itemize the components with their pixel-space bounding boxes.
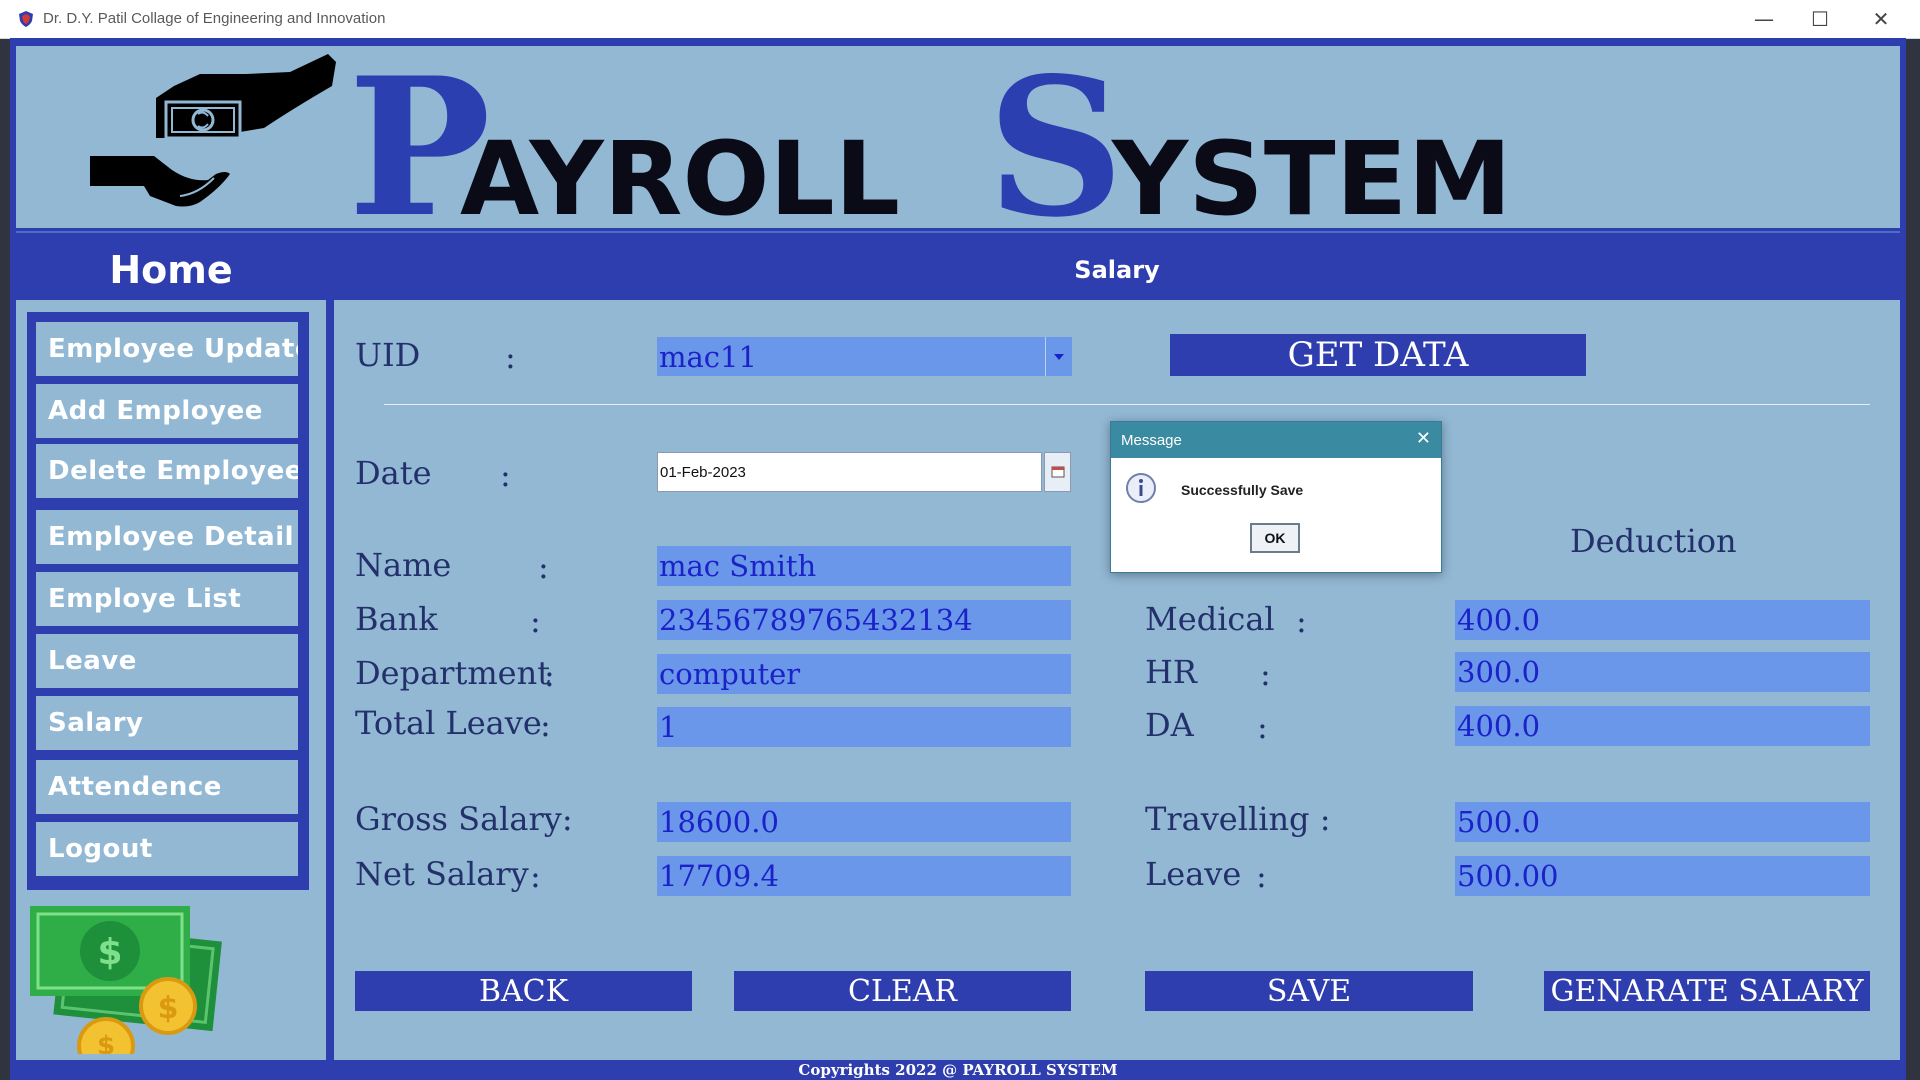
uid-select[interactable]: mac11 (657, 337, 1045, 376)
sidebar-item-attendence[interactable]: Attendence (36, 760, 298, 814)
close-icon[interactable]: ✕ (1853, 0, 1909, 38)
sidebar-menu: Employee Update Add Employee Delete Empl… (27, 312, 309, 890)
date-field[interactable]: 01-Feb-2023 (657, 452, 1042, 492)
banner-payroll-text: AYROLL (460, 120, 900, 228)
sidebar-item-logout[interactable]: Logout (36, 822, 298, 876)
total-leave-colon: : (540, 706, 551, 744)
total-leave-field[interactable]: 1 (657, 707, 1071, 747)
get-data-button[interactable]: GET DATA (1170, 334, 1586, 376)
da-field[interactable]: 400.0 (1455, 706, 1870, 746)
gross-salary-field[interactable]: 18600.0 (657, 802, 1071, 842)
net-salary-field[interactable]: 17709.4 (657, 856, 1071, 896)
app-shield-icon (18, 10, 34, 28)
back-button[interactable]: BACK (355, 971, 692, 1011)
maximize-icon[interactable]: ☐ (1792, 0, 1848, 38)
bank-colon: : (530, 602, 541, 640)
message-dialog: Message ✕ Successfully Save OK (1110, 421, 1442, 573)
name-label: Name (355, 546, 452, 584)
medical-field[interactable]: 400.0 (1455, 600, 1870, 640)
header-divider (16, 231, 1900, 233)
dialog-titlebar: Message ✕ (1111, 422, 1441, 458)
department-label: Department (355, 654, 551, 692)
window-title: Dr. D.Y. Patil Collage of Engineering an… (43, 10, 386, 27)
hr-label: HR (1145, 653, 1197, 691)
section-title: Salary (334, 240, 1900, 300)
sidebar-item-leave[interactable]: Leave (36, 634, 298, 688)
svg-text:$: $ (97, 932, 122, 973)
close-icon[interactable]: ✕ (1416, 428, 1431, 449)
uid-label: UID (355, 336, 421, 374)
date-label: Date (355, 454, 432, 492)
svg-text:$: $ (97, 1031, 115, 1054)
bank-label: Bank (355, 600, 438, 638)
travelling-label: Travelling : (1145, 800, 1331, 838)
bank-field[interactable]: 23456789765432134 (657, 600, 1071, 640)
sidebar-divider (326, 240, 334, 1060)
money-coins-icon: $ $ $ (28, 904, 228, 1075)
da-label: DA (1145, 706, 1194, 744)
app-banner-title: P AYROLL S YSTEM (342, 36, 1542, 259)
department-colon: : (544, 656, 555, 694)
sidebar-item-employee-detail[interactable]: Employee Detail (36, 510, 298, 564)
sidebar-item-employee-update[interactable]: Employee Update (36, 322, 298, 376)
dialog-title: Message (1121, 432, 1182, 449)
hr-field[interactable]: 300.0 (1455, 652, 1870, 692)
footer-text: Copyrights 2022 @ PAYROLL SYSTEM (798, 1061, 1118, 1079)
svg-text:$: $ (158, 991, 179, 1026)
net-salary-label: Net Salary (355, 855, 529, 893)
leave-label: Leave (1145, 855, 1242, 893)
net-salary-colon: : (530, 857, 541, 895)
medical-colon: : (1296, 602, 1307, 640)
deduction-title: Deduction (1570, 522, 1737, 560)
sidebar-item-delete-employee[interactable]: Delete Employee (36, 444, 298, 498)
ok-button[interactable]: OK (1250, 523, 1300, 553)
leave-field[interactable]: 500.00 (1455, 856, 1870, 896)
sidebar-item-employe-list[interactable]: Employe List (36, 572, 298, 626)
minimize-icon[interactable]: — (1736, 0, 1792, 38)
travelling-field[interactable]: 500.0 (1455, 802, 1870, 842)
calendar-icon[interactable] (1044, 452, 1071, 492)
date-colon: : (500, 456, 511, 494)
money-hand-icon (80, 46, 340, 216)
da-colon: : (1257, 708, 1268, 746)
generate-salary-button[interactable]: GENARATE SALARY (1544, 971, 1870, 1011)
dialog-message: Successfully Save (1181, 482, 1304, 498)
banner-big-s: S (987, 46, 1124, 228)
gross-salary-label: Gross Salary: (355, 800, 573, 838)
home-header: Home (16, 240, 326, 300)
banner-system-text: YSTEM (1111, 120, 1512, 228)
form-divider (384, 404, 1870, 405)
save-button[interactable]: SAVE (1145, 971, 1473, 1011)
name-colon: : (538, 548, 549, 586)
footer-copyright: Copyrights 2022 @ PAYROLL SYSTEM (16, 1060, 1900, 1080)
info-icon (1125, 472, 1157, 504)
hr-colon: : (1260, 655, 1271, 693)
clear-button[interactable]: CLEAR (734, 971, 1071, 1011)
sidebar-item-salary[interactable]: Salary (36, 696, 298, 750)
chevron-down-icon[interactable] (1045, 337, 1072, 376)
leave-colon: : (1256, 857, 1267, 895)
name-field[interactable]: mac Smith (657, 546, 1071, 586)
sidebar-item-add-employee[interactable]: Add Employee (36, 384, 298, 438)
uid-colon: : (505, 338, 516, 376)
medical-label: Medical (1145, 600, 1275, 638)
total-leave-label: Total Leave (355, 704, 542, 742)
department-field[interactable]: computer (657, 654, 1071, 694)
